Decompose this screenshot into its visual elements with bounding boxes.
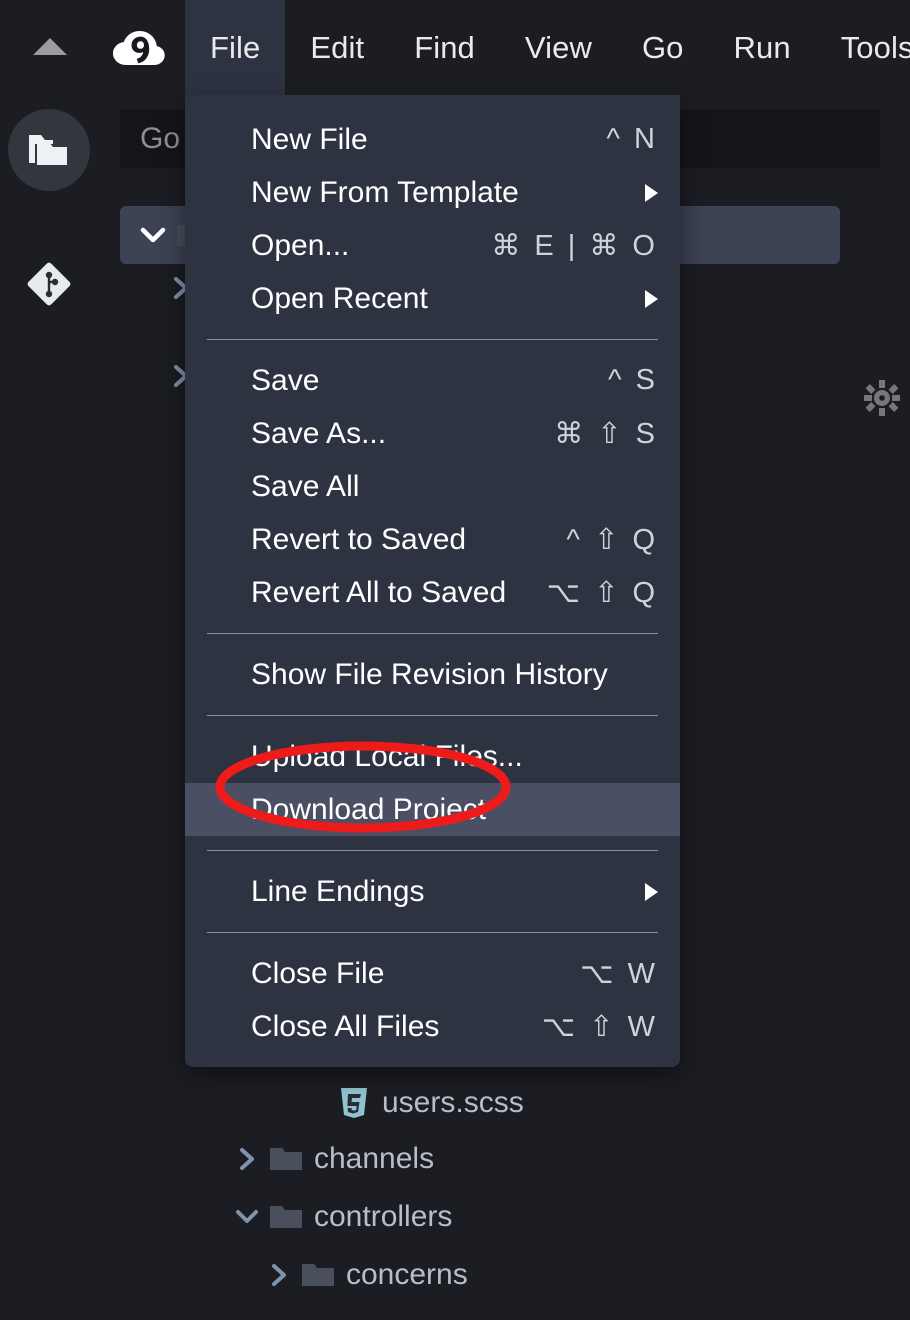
menu-item-label: Save All [251,469,360,503]
sidebar-item-files[interactable] [8,109,90,191]
chevron-right-icon [645,289,658,308]
tree-row-label: concerns [346,1258,468,1291]
tree-row[interactable]: concerns [262,1246,468,1304]
sidebar-item-source-control[interactable] [8,245,90,327]
menu-item-close-all-files[interactable]: Close All Files ⌥ ⇧ W [185,1000,680,1053]
chevron-down-icon[interactable] [230,1208,264,1226]
menu-item-new-file[interactable]: New File ^ N [185,113,680,166]
tree-row-label: channels [314,1142,435,1175]
tree-row[interactable]: channels [230,1130,434,1188]
menu-item-line-endings[interactable]: Line Endings [185,865,680,918]
menu-item-label: Revert All to Saved [251,575,507,609]
folder-icon [264,1203,308,1231]
git-icon [25,260,73,313]
menu-item-label: Line Endings [251,874,425,908]
menu-item-label: Close All Files [251,1009,440,1043]
menu-bar: File Edit Find View Go Run Tools W [0,0,910,95]
menu-separator [207,715,658,716]
menu-item-label: Save [251,363,320,397]
collapse-triangle-icon[interactable] [33,38,67,55]
menu-separator [207,850,658,851]
tree-row-label: users.scss [382,1086,524,1119]
menu-separator [207,633,658,634]
menu-item-save[interactable]: Save ^ S [185,354,680,407]
folder-icon [296,1261,340,1289]
menu-bar-item-run[interactable]: Run [709,0,816,95]
menu-bar-item-file[interactable]: File [185,0,286,95]
folder-icon [264,1145,308,1173]
menu-item-label: New From Template [251,175,519,209]
menu-item-open[interactable]: Open... ⌘ E | ⌘ O [185,219,680,272]
menu-item-shortcut: ⌥ ⇧ W [541,1011,658,1043]
menu-item-shortcut: ⌥ ⇧ Q [546,577,658,609]
tree-row[interactable]: users.scss [332,1074,524,1132]
menu-item-shortcut: ⌘ ⇧ S [554,418,658,450]
activity-rail [0,95,96,1320]
files-icon [27,129,71,172]
menu-separator [207,339,658,340]
menu-bar-item-tools[interactable]: Tools [816,0,910,95]
menu-bar-item-find[interactable]: Find [389,0,500,95]
menu-bar-item-view[interactable]: View [500,0,617,95]
gear-icon[interactable] [862,378,902,418]
menu-item-close-file[interactable]: Close File ⌥ W [185,947,680,1000]
menu-item-revert-to-saved[interactable]: Revert to Saved ^ ⇧ Q [185,513,680,566]
menu-item-revert-all-to-saved[interactable]: Revert All to Saved ⌥ ⇧ Q [185,566,680,619]
menu-bar-item-edit[interactable]: Edit [285,0,389,95]
chevron-right-icon[interactable] [262,1263,296,1287]
cloud9-ide-window: Go environment static_pages.scss [0,0,910,1320]
menu-item-upload-local-files[interactable]: Upload Local Files... [185,730,680,783]
menu-item-label: Revert to Saved [251,522,467,556]
menu-item-open-recent[interactable]: Open Recent [185,272,680,325]
menu-item-label: Open... [251,228,350,262]
menu-item-download-project[interactable]: Download Project [185,783,680,836]
menu-item-show-file-revision-history[interactable]: Show File Revision History [185,648,680,701]
menu-item-label: Show File Revision History [251,657,608,691]
chevron-right-icon [645,882,658,901]
tree-row[interactable]: application_controller.rb [294,1304,661,1320]
chevron-down-icon [136,227,170,243]
scss-file-icon [332,1086,376,1120]
tree-row[interactable]: controllers [230,1188,452,1246]
menu-separator [207,932,658,933]
tree-row-label: application_controller.rb [338,1316,661,1320]
menu-item-label: Save As... [251,416,387,450]
menu-item-shortcut: ⌥ W [580,958,658,990]
menu-bar-item-go[interactable]: Go [617,0,709,95]
menu-item-save-as[interactable]: Save As... ⌘ ⇧ S [185,407,680,460]
menu-item-new-from-template[interactable]: New From Template [185,166,680,219]
menu-item-label: New File [251,122,368,156]
menu-item-label: Open Recent [251,281,428,315]
menu-item-label: Close File [251,956,385,990]
tree-row-label: controllers [314,1200,453,1233]
menu-item-shortcut: ^ S [607,364,658,396]
menu-item-shortcut: ^ ⇧ Q [566,524,658,556]
menu-item-label: Upload Local Files... [251,739,523,773]
menu-item-shortcut: ⌘ E | ⌘ O [491,230,658,262]
chevron-right-icon[interactable] [230,1147,264,1171]
menu-bar-items: File Edit Find View Go Run Tools W [185,0,910,95]
menu-item-label: Download Project [251,792,487,826]
menu-item-save-all[interactable]: Save All [185,460,680,513]
cloud9-logo-icon[interactable] [110,29,166,69]
file-dropdown-menu[interactable]: New File ^ N New From Template Open... ⌘… [185,95,680,1067]
chevron-right-icon [645,183,658,202]
menu-item-shortcut: ^ N [606,123,658,155]
